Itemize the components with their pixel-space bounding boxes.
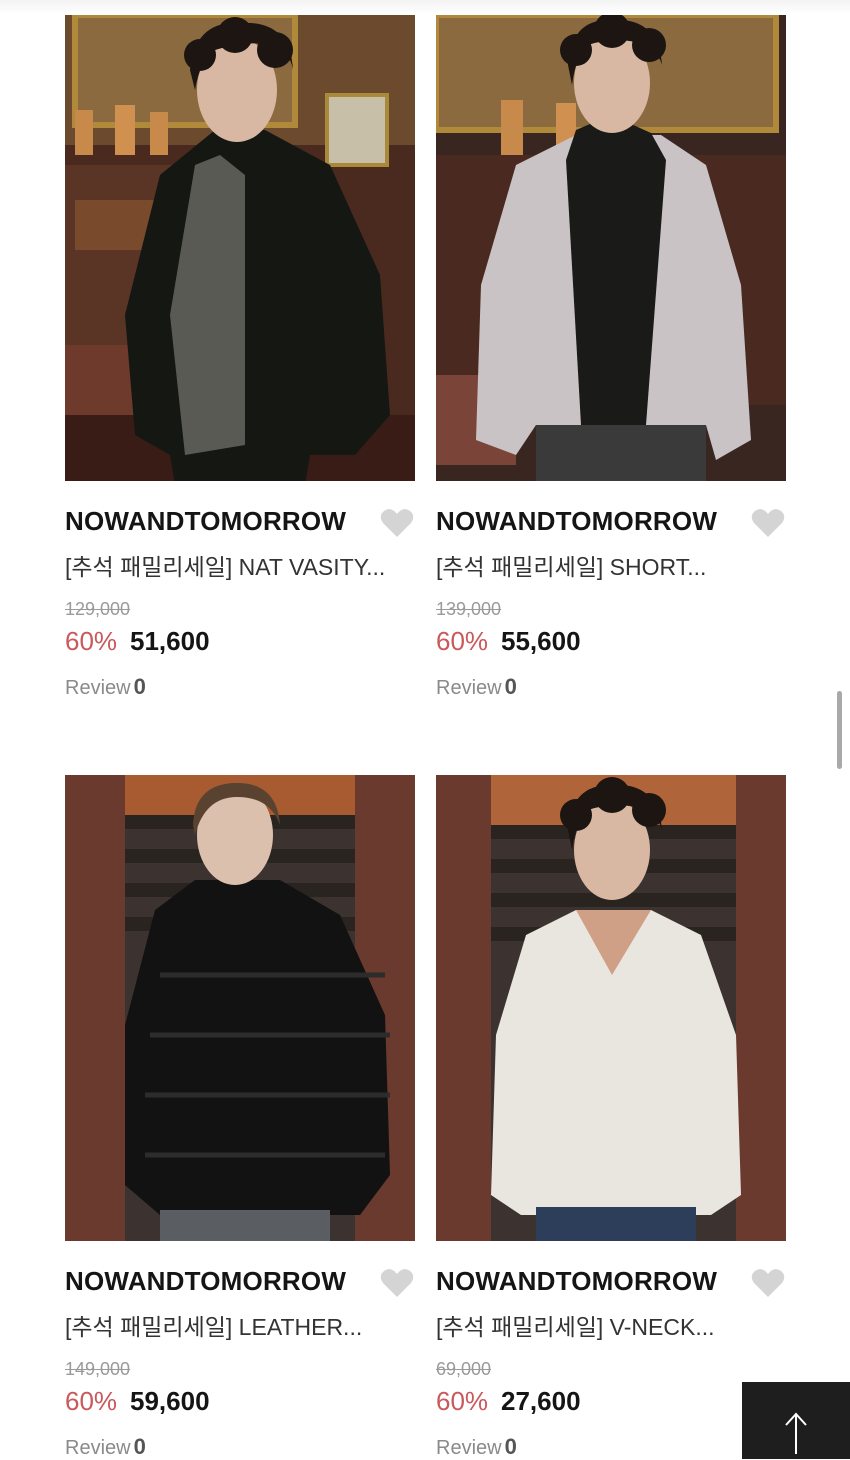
heart-icon[interactable] [380,1268,414,1298]
discount-rate: 60% [436,1386,489,1416]
page-top-edge [0,0,850,14]
review-number: 0 [133,1434,146,1459]
discount-rate: 60% [65,626,118,656]
original-price: 69,000 [436,1359,492,1379]
sale-price: 59,600 [130,1386,210,1416]
review-label: Review [436,1437,502,1459]
review-label: Review [65,1437,131,1459]
original-price: 149,000 [65,1359,131,1379]
review-label: Review [436,677,502,699]
product-image[interactable] [436,775,786,1241]
review-label: Review [65,677,131,699]
review-count: Review 0 [436,1434,517,1460]
scrollbar-thumb[interactable] [837,691,842,769]
model-black-leather-puffer-photo [65,775,415,1241]
scroll-to-top-button[interactable] [742,1382,850,1459]
product-title[interactable]: [추석 패밀리세일] LEATHER... [65,1308,395,1342]
product-image[interactable] [65,775,415,1241]
model-white-vneck-cardigan-photo [436,775,786,1241]
heart-icon[interactable] [380,508,414,538]
discount-rate: 60% [436,626,489,656]
review-number: 0 [133,674,146,699]
original-price: 139,000 [436,599,502,619]
product-title[interactable]: [추석 패밀리세일] NAT VASITY... [65,548,395,582]
review-number: 0 [504,674,517,699]
heart-icon[interactable] [751,1268,785,1298]
sale-price: 55,600 [501,626,581,656]
product-brand[interactable]: NOWANDTOMORROW [436,1266,736,1297]
sale-price: 51,600 [130,626,210,656]
review-count: Review 0 [65,1434,146,1460]
review-number: 0 [504,1434,517,1459]
discount-rate: 60% [65,1386,118,1416]
product-image[interactable] [436,15,786,481]
product-brand[interactable]: NOWANDTOMORROW [436,506,736,537]
model-grey-short-jacket-photo [436,15,786,481]
original-price: 129,000 [65,599,131,619]
product-title[interactable]: [추석 패밀리세일] SHORT... [436,548,766,582]
review-count: Review 0 [65,674,146,700]
heart-icon[interactable] [751,508,785,538]
model-black-varsity-jacket-photo [65,15,415,481]
product-brand[interactable]: NOWANDTOMORROW [65,506,365,537]
product-title[interactable]: [추석 패밀리세일] V-NECK... [436,1308,766,1342]
product-brand[interactable]: NOWANDTOMORROW [65,1266,365,1297]
review-count: Review 0 [436,674,517,700]
sale-price: 27,600 [501,1386,581,1416]
arrow-up-icon [785,1412,807,1454]
product-image[interactable] [65,15,415,481]
